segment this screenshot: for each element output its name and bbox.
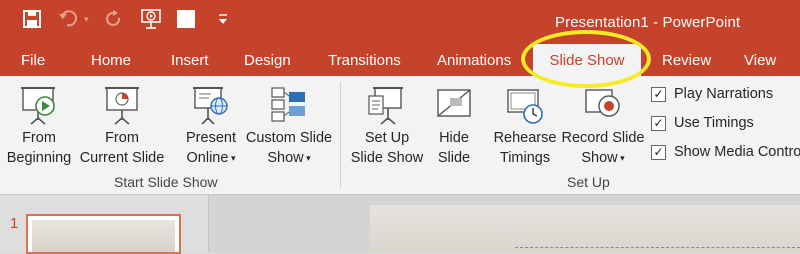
tab-review[interactable]: Review: [662, 52, 711, 69]
customize-qat-icon[interactable]: [218, 8, 228, 30]
play-narrations-checkbox[interactable]: ✓ Play Narrations: [651, 86, 773, 102]
custom-slide-show-line2: Show: [267, 150, 304, 166]
show-media-controls-label: Show Media Contro: [674, 144, 800, 160]
tab-transitions[interactable]: Transitions: [328, 52, 401, 69]
placeholder-border: [515, 247, 800, 248]
present-online-icon: [193, 87, 228, 125]
set-up-slide-show-icon: [368, 87, 403, 125]
tab-view[interactable]: View: [744, 52, 776, 69]
present-online-line2: Online: [186, 150, 229, 166]
from-current-slide-line1: From: [105, 130, 139, 146]
hide-slide-line2: Slide: [437, 150, 471, 166]
from-beginning-button[interactable]: From Beginning: [3, 84, 75, 168]
from-beginning-line2: Beginning: [6, 150, 72, 166]
start-slide-show-group-label: Start Slide Show: [114, 174, 218, 190]
from-beginning-line1: From: [22, 130, 56, 146]
record-slide-show-icon: [585, 89, 620, 117]
play-narrations-label: Play Narrations: [674, 86, 774, 102]
rehearse-timings-line1: Rehearse: [493, 130, 557, 146]
set-up-slide-show-line2: Slide Show: [350, 150, 424, 166]
tab-animations[interactable]: Animations: [437, 52, 511, 69]
group-separator: [340, 82, 341, 188]
use-timings-checkbox[interactable]: ✓ Use Timings: [651, 115, 754, 131]
hide-slide-icon: [437, 89, 471, 117]
rehearse-timings-button[interactable]: Rehearse Timings: [491, 84, 559, 168]
use-timings-label: Use Timings: [674, 115, 754, 131]
undo-dropdown-icon[interactable]: ▾: [84, 8, 89, 30]
record-slide-show-line2: Show: [581, 150, 618, 166]
tab-design[interactable]: Design: [244, 52, 291, 69]
blank-square-icon[interactable]: [177, 8, 195, 30]
slide-thumbnail[interactable]: [26, 214, 181, 254]
record-slide-show-dropdown-icon: ▾: [617, 153, 625, 164]
tab-file[interactable]: File: [21, 52, 45, 69]
rehearse-timings-icon: [507, 89, 543, 124]
checkmark-icon: ✓: [651, 144, 666, 160]
custom-slide-show-line1: Custom Slide: [245, 130, 333, 146]
custom-slide-show-dropdown-icon: ▾: [303, 153, 311, 164]
save-icon[interactable]: [22, 8, 42, 30]
redo-icon[interactable]: [104, 8, 124, 30]
present-online-dropdown-icon: ▾: [228, 153, 236, 164]
undo-icon[interactable]: [58, 8, 80, 30]
slide-number: 1: [10, 215, 19, 232]
checkmark-icon: ✓: [651, 115, 666, 131]
from-current-slide-line2: Current Slide: [79, 150, 165, 166]
show-media-controls-checkbox[interactable]: ✓ Show Media Contro: [651, 144, 800, 160]
set-up-slide-show-button[interactable]: Set Up Slide Show: [349, 84, 425, 168]
set-up-slide-show-line1: Set Up: [364, 130, 410, 146]
tab-insert[interactable]: Insert: [171, 52, 209, 69]
record-slide-show-line1: Record Slide: [561, 130, 645, 146]
start-from-beginning-icon[interactable]: [140, 8, 164, 30]
present-online-button[interactable]: Present Online ▾: [179, 84, 243, 168]
checkmark-icon: ✓: [651, 86, 666, 102]
tab-home[interactable]: Home: [91, 52, 131, 69]
from-current-slide-button[interactable]: From Current Slide: [77, 84, 167, 168]
record-slide-show-button[interactable]: Record Slide Show ▾: [559, 84, 647, 168]
custom-slide-show-icon: [271, 87, 305, 122]
window-title: Presentation1 - PowerPoint: [555, 14, 741, 31]
present-online-line1: Present: [186, 130, 236, 146]
from-current-slide-icon: [105, 87, 139, 125]
hide-slide-button[interactable]: Hide Slide: [430, 84, 478, 168]
hide-slide-line1: Hide: [439, 130, 469, 146]
set-up-group-label: Set Up: [567, 174, 610, 190]
tab-slide-show[interactable]: Slide Show: [533, 44, 641, 76]
rehearse-timings-line2: Timings: [499, 150, 551, 166]
custom-slide-show-button[interactable]: Custom Slide Show ▾: [243, 84, 335, 168]
slide-canvas[interactable]: [370, 205, 800, 252]
from-beginning-icon: [21, 87, 55, 125]
